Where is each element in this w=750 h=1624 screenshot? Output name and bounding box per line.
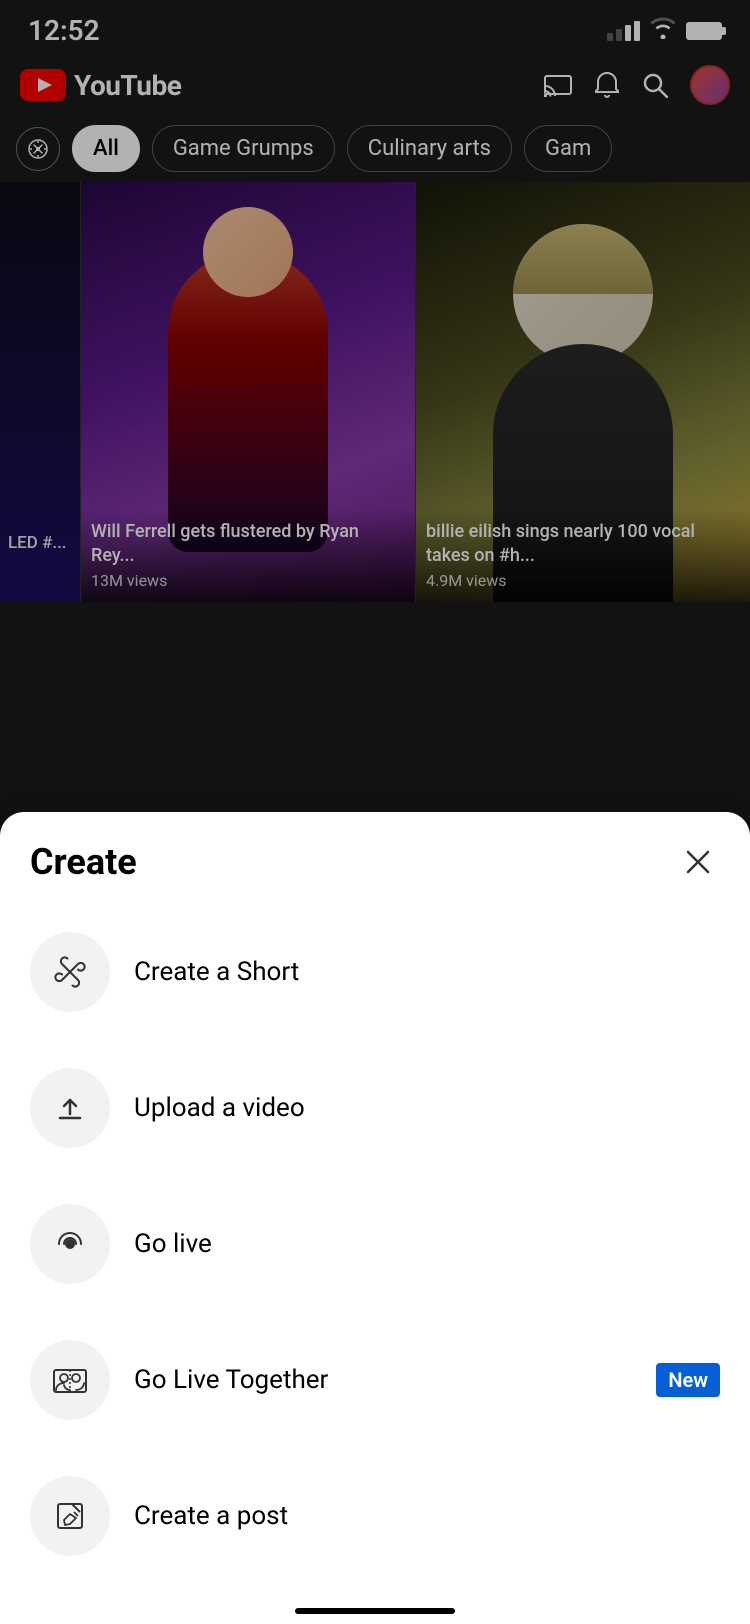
video-thumb-1[interactable]: LED #... [0, 182, 80, 602]
scissors-icon [54, 956, 86, 988]
chip-all[interactable]: All [72, 125, 140, 172]
status-time: 12:52 [28, 14, 100, 47]
signal-strength-icon [607, 21, 640, 41]
chip-game-grumps[interactable]: Game Grumps [152, 125, 335, 172]
live-together-icon [52, 1364, 88, 1396]
short-icon-circle [30, 932, 110, 1012]
create-title: Create [30, 841, 137, 883]
live-icon [52, 1229, 88, 1259]
status-icons [607, 17, 722, 45]
short-label: Create a Short [134, 957, 720, 987]
post-label: Create a post [134, 1501, 720, 1531]
video-thumb-2[interactable]: Will Ferrell gets flustered by Ryan Rey.… [80, 182, 415, 602]
logo[interactable]: YouTube [20, 69, 181, 102]
menu-item-short[interactable]: Create a Short [0, 904, 750, 1040]
search-icon[interactable] [642, 72, 668, 98]
close-icon [684, 848, 712, 876]
upload-icon [54, 1092, 86, 1124]
avatar[interactable] [690, 65, 730, 105]
header-icons [544, 65, 730, 105]
youtube-logo-text: YouTube [74, 69, 181, 102]
notifications-icon[interactable] [594, 71, 620, 99]
cast-icon[interactable] [544, 73, 572, 97]
home-indicator [295, 1608, 455, 1614]
post-icon [54, 1500, 86, 1532]
menu-item-post[interactable]: Create a post [0, 1448, 750, 1584]
menu-item-live[interactable]: Go live [0, 1176, 750, 1312]
avatar-image [692, 67, 728, 103]
explore-chip[interactable] [16, 127, 60, 171]
post-icon-circle [30, 1476, 110, 1556]
live-label: Go live [134, 1229, 720, 1259]
wifi-icon [650, 17, 676, 45]
upload-icon-circle [30, 1068, 110, 1148]
close-button[interactable] [676, 840, 720, 884]
menu-item-live-together[interactable]: Go Live Together New [0, 1312, 750, 1448]
upload-label: Upload a video [134, 1093, 720, 1123]
status-bar: 12:52 [0, 0, 750, 55]
battery-icon [686, 22, 722, 40]
menu-item-upload[interactable]: Upload a video [0, 1040, 750, 1176]
videos-area: LED #... Will Ferrell gets flustered by … [0, 182, 750, 602]
live-together-label: Go Live Together [134, 1365, 632, 1395]
category-chips-bar: All Game Grumps Culinary arts Gam [0, 115, 750, 182]
new-badge: New [656, 1363, 720, 1397]
create-sheet-header: Create [0, 840, 750, 904]
youtube-logo-icon [20, 69, 66, 101]
chip-gaming[interactable]: Gam [524, 125, 612, 172]
app-header: YouTube [0, 55, 750, 115]
chip-culinary-arts[interactable]: Culinary arts [347, 125, 512, 172]
video-3-overlay: billie eilish sings nearly 100 vocal tak… [416, 508, 750, 602]
live-icon-circle [30, 1204, 110, 1284]
video-2-overlay: Will Ferrell gets flustered by Ryan Rey.… [81, 508, 415, 602]
video-thumb-3[interactable]: billie eilish sings nearly 100 vocal tak… [415, 182, 750, 602]
live-together-icon-circle [30, 1340, 110, 1420]
create-sheet: Create Create a Short Upload a video [0, 812, 750, 1624]
